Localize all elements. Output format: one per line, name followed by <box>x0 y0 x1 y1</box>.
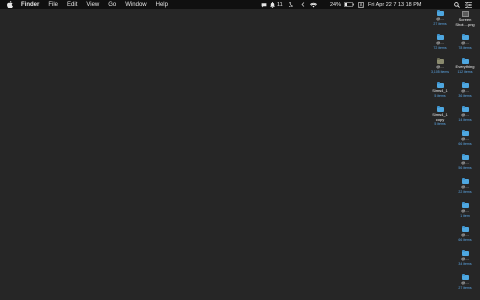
desktop-folder[interactable]: @... 66 items <box>452 129 478 152</box>
input-source-icon[interactable]: A <box>357 1 364 8</box>
folder-icon <box>436 105 444 112</box>
desktop-folder[interactable]: @... 14 items <box>452 105 478 128</box>
folder-icon <box>461 129 469 136</box>
desktop-folder[interactable]: @... 27 items <box>427 9 453 32</box>
folder-label: Sims4_1 copy <box>432 112 448 122</box>
folder-icon <box>461 33 469 40</box>
item-count: 72 items <box>433 45 447 50</box>
desktop-folder[interactable]: @... 27 items <box>452 273 478 296</box>
item-count: 14 items <box>458 117 472 122</box>
item-count: 27 items <box>458 285 472 290</box>
item-count: 27 items <box>433 21 447 26</box>
item-count: 5 items <box>434 93 446 98</box>
desktop-folder[interactable]: @... 36 items <box>452 81 478 104</box>
item-count: 78 items <box>458 45 472 50</box>
apple-icon[interactable] <box>6 1 14 8</box>
desktop-folder[interactable]: Sims4_1 copy 5 items <box>427 105 453 128</box>
desktop-folder[interactable]: @... 22 items <box>452 177 478 200</box>
folder-icon <box>461 57 469 64</box>
menu-edit[interactable]: Edit <box>67 2 77 8</box>
desktop-folder[interactable]: @... 56 items <box>452 153 478 176</box>
app-status-icon[interactable] <box>260 1 267 8</box>
folder-icon <box>436 9 444 16</box>
desktop-folder[interactable]: @... 34 items <box>452 249 478 272</box>
folder-icon <box>461 105 469 112</box>
folder-icon <box>461 153 469 160</box>
bell-icon[interactable] <box>269 1 275 8</box>
menu-go[interactable]: Go <box>108 2 116 8</box>
folder-icon <box>461 177 469 184</box>
folder-icon <box>461 249 469 256</box>
svg-text:A: A <box>359 2 362 7</box>
desktop-folder[interactable]: Everything 112 items <box>452 57 478 80</box>
item-count: 5 items <box>434 122 446 126</box>
item-count: 66 items <box>458 141 472 146</box>
desktop-folder[interactable]: Sims4_1 5 items <box>427 81 453 104</box>
menu-bar: Finder File Edit View Go Window Help 11 … <box>0 0 480 9</box>
desktop-folder[interactable]: @... 1 item <box>452 201 478 224</box>
moon-icon[interactable] <box>288 1 294 8</box>
folder-icon <box>461 201 469 208</box>
desktop-file[interactable]: Screen Shot....png <box>452 10 478 32</box>
folder-icon <box>461 81 469 88</box>
menu-view[interactable]: View <box>86 2 99 8</box>
folder-icon <box>436 81 444 88</box>
folder-icon <box>461 225 469 232</box>
item-count: 22 items <box>458 189 472 194</box>
folder-icon <box>436 33 444 40</box>
item-count: 3,105 items <box>430 69 450 74</box>
item-count: 36 items <box>458 93 472 98</box>
item-count: 1 item <box>460 213 470 218</box>
menu-file[interactable]: File <box>48 2 58 8</box>
file-label: Screen Shot....png <box>455 17 475 27</box>
notification-count: 11 <box>277 1 283 8</box>
chevron-icon[interactable] <box>300 1 306 8</box>
menu-window[interactable]: Window <box>125 2 146 8</box>
wifi-icon[interactable] <box>309 1 317 8</box>
battery-icon[interactable] <box>344 1 354 8</box>
menu-help[interactable]: Help <box>156 2 168 8</box>
desktop-folder[interactable]: @... 3,105 items <box>427 57 453 80</box>
control-center-icon[interactable] <box>464 1 472 8</box>
menu-finder[interactable]: Finder <box>21 2 39 8</box>
item-count: 66 items <box>458 237 472 242</box>
folder-icon <box>461 273 469 280</box>
item-count: 56 items <box>458 165 472 170</box>
item-count: 34 items <box>458 261 472 266</box>
search-icon[interactable] <box>453 1 460 8</box>
desktop-folder[interactable]: @... 72 items <box>427 33 453 56</box>
clock[interactable]: Fri Apr 22 7 13 18 PM <box>368 0 422 9</box>
desktop-folder[interactable]: @... 66 items <box>452 225 478 248</box>
battery-percent: 24% <box>330 1 342 8</box>
folder-icon <box>436 57 444 64</box>
desktop-folder[interactable]: @... 78 items <box>452 33 478 56</box>
item-count: 112 items <box>457 69 473 74</box>
